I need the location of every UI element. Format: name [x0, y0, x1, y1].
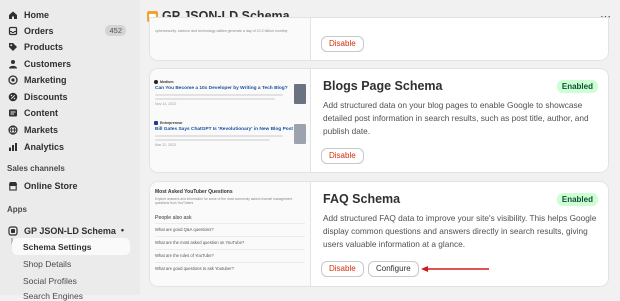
sidebar-item-label: Orders: [24, 25, 54, 36]
thumb-faq-question: What are good Q&A questions?: [155, 223, 305, 236]
faq-preview-thumbnail: Most Asked YouTuber Questions Explore an…: [150, 182, 311, 286]
target-icon: [8, 74, 18, 85]
sidebar-item-label: Discounts: [24, 91, 68, 102]
sidebar-item-home[interactable]: Home: [4, 6, 130, 23]
thumb-faq-question: What are the most asked question on YouT…: [155, 236, 305, 249]
thumb-source: Entrepreneur: [160, 121, 183, 125]
sidebar-item-discounts[interactable]: Discounts: [4, 88, 130, 105]
thumb-post-image: [294, 84, 306, 104]
sidebar-item-online-store[interactable]: Online Store: [4, 177, 130, 194]
sidebar-item-customers[interactable]: Customers: [4, 55, 130, 72]
sidebar-sub-shop-details[interactable]: Shop Details: [23, 259, 71, 269]
sidebar-item-label: GP JSON-LD Schema: [24, 225, 116, 236]
person-icon: [8, 59, 18, 69]
sidebar-item-markets[interactable]: Markets: [4, 121, 130, 138]
configure-button[interactable]: Configure: [369, 262, 418, 276]
annotation-arrow-icon: [421, 266, 489, 272]
faq-schema-card: Most Asked YouTuber Questions Explore an…: [150, 182, 608, 286]
store-icon: [8, 181, 18, 191]
thumb-post-date: Mar 22, 2023: [155, 143, 177, 147]
sidebar-item-marketing[interactable]: Marketing: [4, 71, 130, 88]
pin-dot-icon: •: [120, 225, 124, 235]
medium-logo-icon: [154, 80, 158, 84]
card-preview-thumbnail: cybersecurity, science and technology da…: [150, 18, 311, 60]
card-title: Blogs Page Schema: [323, 79, 443, 93]
sidebar-sub-schema-settings[interactable]: Schema Settings: [23, 242, 92, 252]
top-schema-card: cybersecurity, science and technology da…: [150, 18, 608, 60]
thumb-text: cybersecurity, science and technology da…: [155, 29, 288, 33]
tag-icon: [8, 42, 18, 52]
thumb-heading: Most Asked YouTuber Questions: [155, 189, 233, 195]
thumb-post-image: [294, 124, 306, 144]
sidebar-item-label: Products: [24, 41, 64, 52]
thumb-people-also-ask: People also ask: [155, 215, 192, 221]
home-icon: [8, 10, 18, 20]
sidebar-item-orders[interactable]: Orders 452: [4, 22, 130, 39]
sidebar: Home Orders 452 Products Customers Marke…: [0, 0, 140, 301]
app-icon: [8, 225, 18, 236]
thumb-faq-question: What are good questions to ask Youtuber?: [155, 262, 305, 275]
sidebar-item-label: Markets: [24, 124, 59, 135]
blogs-preview-thumbnail: Medium Can You Become a 10x Developer by…: [150, 69, 311, 172]
thumb-post-title: Bill Gates Says ChatGPT Is 'Revolutionar…: [155, 127, 293, 132]
card-description: Add structured FAQ data to improve your …: [323, 213, 597, 249]
sidebar-item-products[interactable]: Products: [4, 38, 130, 55]
sidebar-item-gp-json-ld-schema[interactable]: GP JSON-LD Schema •: [4, 222, 130, 239]
blogs-schema-card: Medium Can You Become a 10x Developer by…: [150, 69, 608, 172]
sidebar-item-label: Content: [24, 107, 58, 118]
sidebar-item-label: Analytics: [24, 141, 65, 152]
card-title: FAQ Schema: [323, 192, 401, 206]
thumb-post-title: Can You Become a 10x Developer by Writin…: [155, 86, 288, 91]
orders-count-badge: 452: [105, 25, 126, 36]
card-description: Add structured data on your blog pages t…: [323, 100, 589, 136]
sidebar-item-analytics[interactable]: Analytics: [4, 138, 130, 155]
disable-button[interactable]: Disable: [322, 37, 363, 51]
status-badge: Enabled: [556, 80, 598, 93]
disable-button[interactable]: Disable: [322, 149, 363, 163]
thumb-faq-question: What are the rules of YouTube?: [155, 249, 305, 262]
content-icon: [8, 108, 18, 118]
sidebar-sub-social-profiles[interactable]: Social Profiles: [23, 276, 77, 286]
disable-button[interactable]: Disable: [322, 262, 363, 276]
sidebar-item-content[interactable]: Content: [4, 104, 130, 121]
sales-channels-heading: Sales channels: [7, 164, 65, 173]
sidebar-sub-search-engines[interactable]: Search Engines: [23, 291, 83, 301]
sidebar-item-label: Customers: [24, 58, 72, 69]
sidebar-item-label: Marketing: [24, 74, 67, 85]
thumb-intro: Explore answers and information for some…: [155, 197, 293, 206]
orders-icon: [8, 26, 18, 36]
chart-icon: [8, 142, 18, 152]
entrepreneur-logo-icon: [154, 121, 158, 125]
discount-icon: [8, 92, 18, 102]
sidebar-item-label: Home: [24, 9, 50, 20]
thumb-post-date: Nov 14, 2022: [155, 102, 177, 106]
globe-icon: [8, 124, 18, 135]
apps-heading: Apps: [7, 205, 27, 214]
sidebar-item-label: Online Store: [24, 180, 78, 191]
status-badge: Enabled: [556, 193, 598, 206]
thumb-source: Medium: [160, 80, 174, 84]
